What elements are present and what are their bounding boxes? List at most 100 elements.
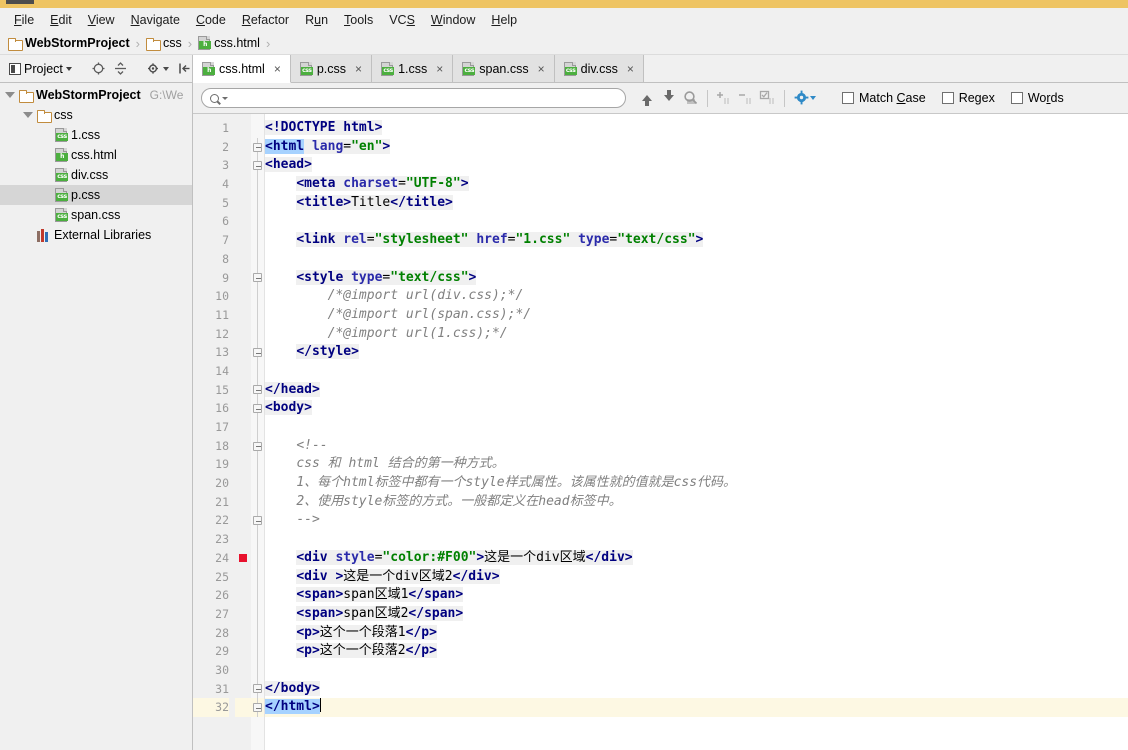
breakpoint-slot[interactable] [235, 325, 251, 344]
code-line[interactable]: <meta charset="UTF-8"> [265, 175, 1128, 194]
breakpoint-slot[interactable] [235, 231, 251, 250]
code-line[interactable]: <head> [265, 156, 1128, 175]
code-line[interactable]: </style> [265, 343, 1128, 362]
fold-collapse-icon[interactable] [253, 404, 262, 414]
menu-item-help[interactable]: Help [483, 11, 525, 29]
tree-item-css-html[interactable]: h css.html [0, 145, 192, 165]
select-all-occurrences-button[interactable] [757, 87, 779, 109]
menu-item-edit[interactable]: Edit [42, 11, 80, 29]
breakpoint-slot[interactable] [235, 306, 251, 325]
fold-slot[interactable] [251, 679, 264, 699]
breakpoint-slot[interactable] [235, 530, 251, 549]
fold-collapse-icon[interactable] [253, 385, 262, 395]
breakpoint-slot[interactable] [235, 549, 251, 568]
close-icon[interactable]: × [274, 62, 281, 76]
find-next-button[interactable] [658, 87, 680, 109]
search-input[interactable] [230, 90, 617, 106]
code-line[interactable]: <title>Title</title> [265, 194, 1128, 213]
breakpoint-slot[interactable] [235, 624, 251, 643]
code-line[interactable]: --> [265, 511, 1128, 530]
code-line[interactable]: <html lang="en"> [265, 138, 1128, 157]
breakpoint-slot[interactable] [235, 343, 251, 362]
code-line[interactable]: css 和 html 结合的第一种方式。 [265, 455, 1128, 474]
fold-slot[interactable] [251, 399, 264, 418]
tree-item-css[interactable]: css [0, 105, 192, 125]
editor-tab-1-css[interactable]: css 1.css × [372, 55, 454, 82]
collapse-all-icon[interactable] [111, 61, 130, 76]
code-editor[interactable]: 1 2 3 4 5 6 7 8 9 10 11 12 13 14 15 16 17 18 19 20 21 22 23 24 2… [193, 114, 1128, 750]
code-line[interactable]: /*@import url(div.css);*/ [265, 287, 1128, 306]
tree-item-p-css[interactable]: css p.css [0, 185, 192, 205]
code-line[interactable]: <link rel="stylesheet" href="1.css" type… [265, 231, 1128, 250]
breakpoint-slot[interactable] [235, 455, 251, 474]
fold-slot[interactable] [251, 137, 264, 157]
settings-gear-icon[interactable] [144, 61, 172, 76]
editor-tab-css-html[interactable]: h css.html × [193, 55, 291, 83]
breakpoint-slot[interactable] [235, 437, 251, 456]
editor-tab-p-css[interactable]: css p.css × [290, 55, 373, 82]
code-line[interactable]: </head> [265, 381, 1128, 400]
fold-collapse-icon[interactable] [253, 441, 262, 451]
checkbox-regex[interactable]: Regex [941, 91, 995, 105]
code-line[interactable]: 1、每个html标签中都有一个style样式属性。该属性就的值就是css代码。 [265, 474, 1128, 493]
project-view-selector[interactable]: Project [6, 61, 75, 77]
breadcrumb-item-css[interactable]: css [146, 36, 182, 51]
code-line[interactable]: </html> [265, 698, 1128, 717]
breakpoint-slot[interactable] [235, 586, 251, 605]
code-line[interactable] [265, 661, 1128, 680]
hide-panel-icon[interactable] [175, 61, 194, 76]
fold-collapse-icon[interactable] [253, 684, 262, 694]
breakpoint-slot[interactable] [235, 212, 251, 231]
code-line[interactable]: <span>span区域1</span> [265, 586, 1128, 605]
expand-arrow-icon[interactable] [22, 112, 33, 118]
breakpoint-slot[interactable] [235, 474, 251, 493]
close-icon[interactable]: × [436, 62, 443, 76]
menu-item-view[interactable]: View [80, 11, 123, 29]
fold-collapse-icon[interactable] [253, 161, 262, 171]
breakpoint-slot[interactable] [235, 287, 251, 306]
code-content[interactable]: <!DOCTYPE html> <html lang="en"> <head> <m… [265, 114, 1128, 750]
menu-item-file[interactable]: File [6, 11, 42, 29]
code-line[interactable]: /*@import url(1.css);*/ [265, 325, 1128, 344]
breadcrumb-item-css-html[interactable]: h css.html [198, 36, 260, 50]
fold-collapse-icon[interactable] [253, 348, 262, 358]
fold-slot[interactable] [251, 268, 264, 288]
tree-item-webstormproject[interactable]: WebStormProject G:\We [0, 85, 192, 105]
breakpoint-slot[interactable] [235, 362, 251, 381]
breakpoint-slot[interactable] [235, 642, 251, 661]
breakpoint-slot[interactable] [235, 138, 251, 157]
code-line[interactable]: <body> [265, 399, 1128, 418]
code-line[interactable]: <p>这个一个段落1</p> [265, 624, 1128, 643]
add-selection-button[interactable] [713, 87, 735, 109]
breakpoint-slot[interactable] [235, 119, 251, 138]
close-icon[interactable]: × [355, 62, 362, 76]
code-line[interactable]: <span>span区域2</span> [265, 605, 1128, 624]
tree-item-div-css[interactable]: css div.css [0, 165, 192, 185]
tree-item-external-libraries[interactable]: External Libraries [0, 225, 192, 245]
breakpoint-slot[interactable] [235, 269, 251, 288]
chevron-down-icon-search[interactable] [222, 96, 228, 100]
breadcrumb-item-webstormproject[interactable]: WebStormProject [8, 36, 130, 51]
code-line[interactable]: <!DOCTYPE html> [265, 119, 1128, 138]
checkbox-box[interactable] [1010, 92, 1023, 104]
code-line[interactable] [265, 250, 1128, 269]
breakpoint-slot[interactable] [235, 381, 251, 400]
menu-item-run[interactable]: Run [297, 11, 336, 29]
breakpoint-slot[interactable] [235, 418, 251, 437]
breakpoint-slot[interactable] [235, 511, 251, 530]
breakpoint-slot[interactable] [235, 399, 251, 418]
find-all-button[interactable] [680, 87, 702, 109]
tree-item-1-css[interactable]: css 1.css [0, 125, 192, 145]
code-line[interactable]: <div >这是一个div区域2</div> [265, 568, 1128, 587]
fold-slot[interactable] [251, 156, 264, 176]
fold-collapse-icon[interactable] [253, 703, 262, 713]
breakpoint-slot[interactable] [235, 680, 251, 699]
code-line[interactable]: /*@import url(span.css);*/ [265, 306, 1128, 325]
find-settings-button[interactable] [794, 87, 816, 109]
code-line[interactable]: <div style="color:#F00">这是一个div区域</div> [265, 549, 1128, 568]
editor-tab-span-css[interactable]: css span.css × [453, 55, 555, 82]
code-folding-gutter[interactable] [251, 114, 265, 750]
menu-item-refactor[interactable]: Refactor [234, 11, 297, 29]
code-line[interactable]: <p>这个一个段落2</p> [265, 642, 1128, 661]
menu-item-navigate[interactable]: Navigate [123, 11, 188, 29]
